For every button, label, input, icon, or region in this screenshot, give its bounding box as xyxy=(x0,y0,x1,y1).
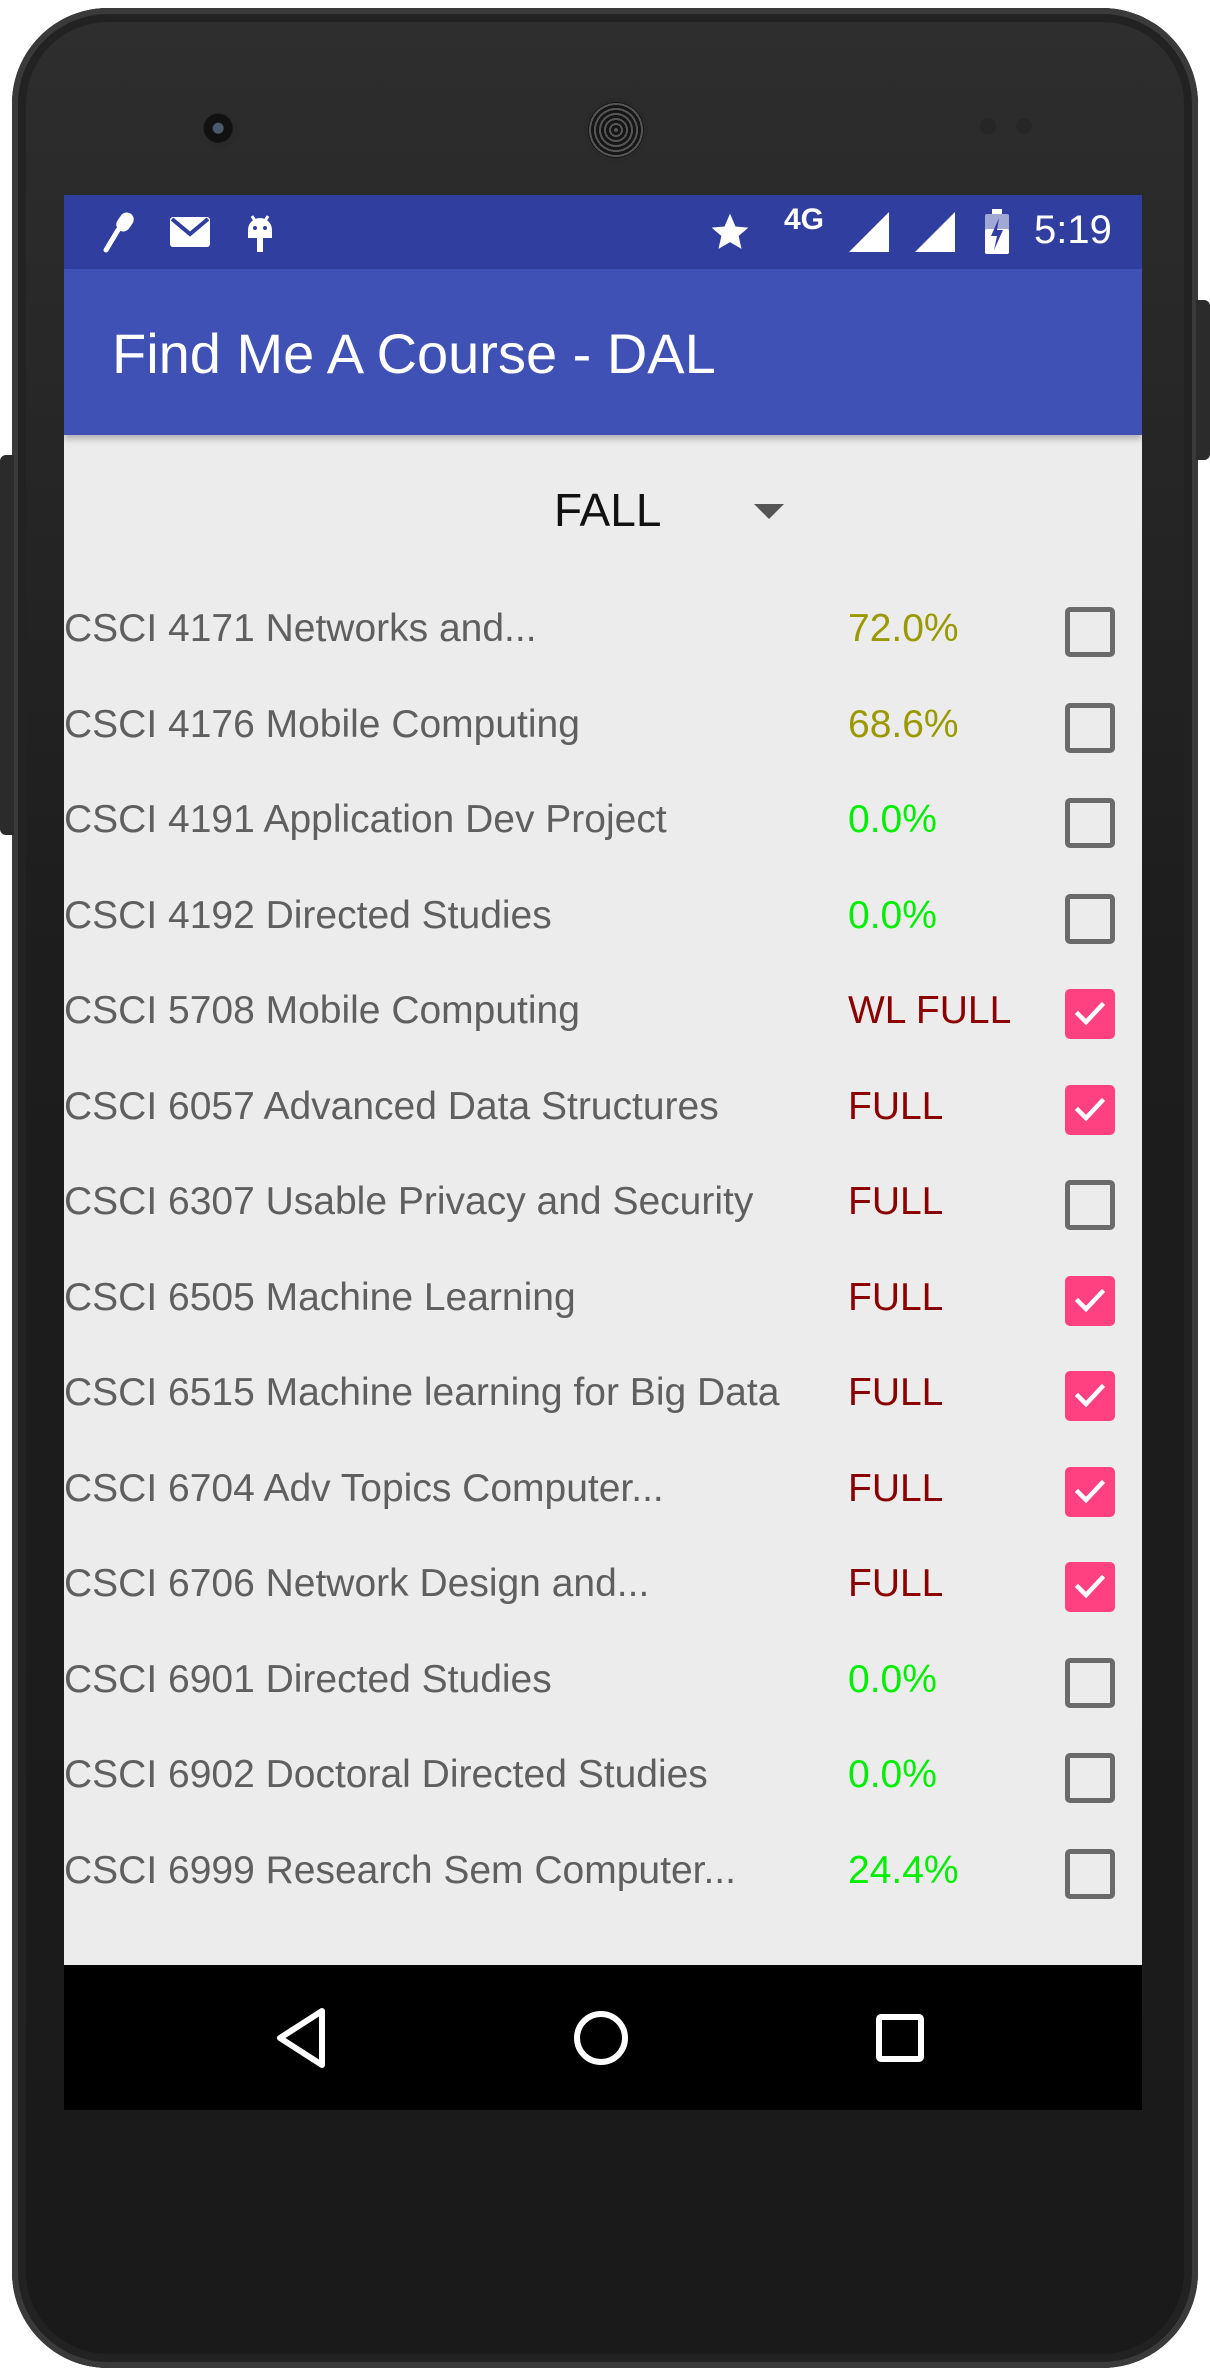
course-name: CSCI 6901 Directed Studies xyxy=(64,1657,552,1701)
enrollment-status: 0.0% xyxy=(848,1657,937,1701)
course-checkbox[interactable] xyxy=(1065,607,1115,657)
enrollment-status: 0.0% xyxy=(848,1753,937,1796)
course-name: CSCI 4192 Directed Studies xyxy=(64,893,552,937)
battery-charging-icon xyxy=(980,209,1014,255)
app-bar: Find Me A Course - DAL xyxy=(64,269,1142,435)
course-name: CSCI 6505 Machine Learning xyxy=(64,1275,576,1319)
course-name: CSCI 6999 Research Sem Computer... xyxy=(64,1848,736,1892)
network-type-label: 4G xyxy=(784,203,825,236)
list-item[interactable]: CSCI 6999 Research Sem Computer... 24.4% xyxy=(64,1827,1142,1922)
check-icon xyxy=(1074,1479,1106,1503)
enrollment-status: FULL xyxy=(848,1562,944,1605)
signal-icon xyxy=(912,209,958,255)
check-icon xyxy=(1074,1574,1106,1599)
term-spinner[interactable]: FALL xyxy=(484,461,804,551)
term-spinner-value: FALL xyxy=(554,484,662,536)
check-icon xyxy=(1074,1383,1106,1408)
enrollment-status: FULL xyxy=(848,1275,944,1319)
enrollment-status: FULL xyxy=(848,1084,944,1128)
course-checkbox[interactable] xyxy=(1065,989,1115,1039)
check-icon xyxy=(1074,1288,1106,1312)
course-checkbox[interactable] xyxy=(1065,1753,1115,1803)
recents-icon[interactable] xyxy=(865,2003,935,2073)
list-item[interactable]: CSCI 6902 Doctoral Directed Studies 0.0% xyxy=(64,1731,1142,1826)
course-name: CSCI 6057 Advanced Data Structures xyxy=(64,1084,719,1128)
list-item[interactable]: CSCI 6505 Machine Learning FULL xyxy=(64,1254,1142,1349)
dropdown-arrow-icon xyxy=(754,504,784,519)
home-icon[interactable] xyxy=(566,2003,636,2073)
course-checkbox[interactable] xyxy=(1065,1848,1115,1899)
course-name: CSCI 6307 Usable Privacy and Security xyxy=(64,1180,754,1223)
app-title: Find Me A Course - DAL xyxy=(112,322,716,385)
list-item[interactable]: CSCI 6307 Usable Privacy and Security FUL… xyxy=(64,1158,1142,1253)
check-icon xyxy=(1074,1097,1106,1121)
enrollment-status: 0.0% xyxy=(848,798,937,841)
list-item[interactable]: CSCI 6706 Network Design and... FULL xyxy=(64,1540,1142,1635)
android-debug-icon xyxy=(240,209,280,255)
enrollment-status: 68.6% xyxy=(848,702,959,746)
power-button xyxy=(1196,300,1210,460)
list-item[interactable]: CSCI 4176 Mobile Computing 68.6% xyxy=(64,681,1142,776)
enrollment-status: FULL xyxy=(848,1466,944,1510)
list-item[interactable]: CSCI 6515 Machine learning for Big Data F… xyxy=(64,1349,1142,1444)
list-item[interactable]: CSCI 4171 Networks and... 72.0% xyxy=(64,585,1142,680)
course-checkbox[interactable] xyxy=(1065,1275,1115,1326)
list-item[interactable]: CSCI 6704 Adv Topics Computer... FULL xyxy=(64,1445,1142,1540)
course-list[interactable]: CSCI 4171 Networks and... 72.0% CSCI 4176 … xyxy=(64,575,1142,2110)
list-item[interactable]: CSCI 6057 Advanced Data Structures FULL xyxy=(64,1063,1142,1158)
clock: 5:19 xyxy=(1034,208,1112,252)
check-icon xyxy=(1074,1001,1106,1026)
course-checkbox[interactable] xyxy=(1065,702,1115,753)
microphone-icon xyxy=(98,209,142,255)
star-icon xyxy=(706,209,754,255)
list-item[interactable]: CSCI 5708 Mobile Computing WL FULL xyxy=(64,967,1142,1062)
status-bar: 4G 5:19 xyxy=(64,195,1142,269)
course-checkbox[interactable] xyxy=(1065,1466,1115,1517)
course-checkbox[interactable] xyxy=(1065,893,1115,944)
back-icon[interactable] xyxy=(268,2003,338,2073)
list-item[interactable]: CSCI 6901 Directed Studies 0.0% xyxy=(64,1636,1142,1731)
course-checkbox[interactable] xyxy=(1065,1371,1115,1421)
enrollment-status: 0.0% xyxy=(848,893,937,937)
enrollment-status: WL FULL xyxy=(848,989,1012,1032)
course-name: CSCI 6902 Doctoral Directed Studies xyxy=(64,1753,708,1796)
screen: 4G 5:19 Find Me A Course - DAL FALL CSCI… xyxy=(64,195,1142,2110)
course-checkbox[interactable] xyxy=(1065,1562,1115,1612)
course-name: CSCI 5708 Mobile Computing xyxy=(64,989,580,1032)
course-name: CSCI 4191 Application Dev Project xyxy=(64,798,667,841)
light-sensor xyxy=(1016,118,1032,134)
course-name: CSCI 6704 Adv Topics Computer... xyxy=(64,1466,664,1510)
course-checkbox[interactable] xyxy=(1065,798,1115,848)
course-name: CSCI 4176 Mobile Computing xyxy=(64,702,580,746)
enrollment-status: 24.4% xyxy=(848,1848,959,1892)
enrollment-status: 72.0% xyxy=(848,607,959,650)
term-spinner-area: FALL xyxy=(64,435,1142,575)
navigation-bar xyxy=(64,1965,1142,2110)
course-name: CSCI 6706 Network Design and... xyxy=(64,1562,650,1605)
list-item[interactable]: CSCI 4191 Application Dev Project 0.0% xyxy=(64,776,1142,871)
course-checkbox[interactable] xyxy=(1065,1084,1115,1135)
enrollment-status: FULL xyxy=(848,1371,944,1414)
gmail-icon xyxy=(166,209,214,255)
side-button-left xyxy=(0,455,14,835)
proximity-sensor xyxy=(980,118,996,134)
earpiece-speaker xyxy=(588,102,644,158)
list-item[interactable]: CSCI 4192 Directed Studies 0.0% xyxy=(64,872,1142,967)
course-checkbox[interactable] xyxy=(1065,1180,1115,1230)
course-name: CSCI 4171 Networks and... xyxy=(64,607,537,650)
course-checkbox[interactable] xyxy=(1065,1657,1115,1708)
enrollment-status: FULL xyxy=(848,1180,944,1223)
signal-icon xyxy=(846,209,892,255)
course-name: CSCI 6515 Machine learning for Big Data xyxy=(64,1371,780,1414)
front-camera xyxy=(202,112,238,148)
